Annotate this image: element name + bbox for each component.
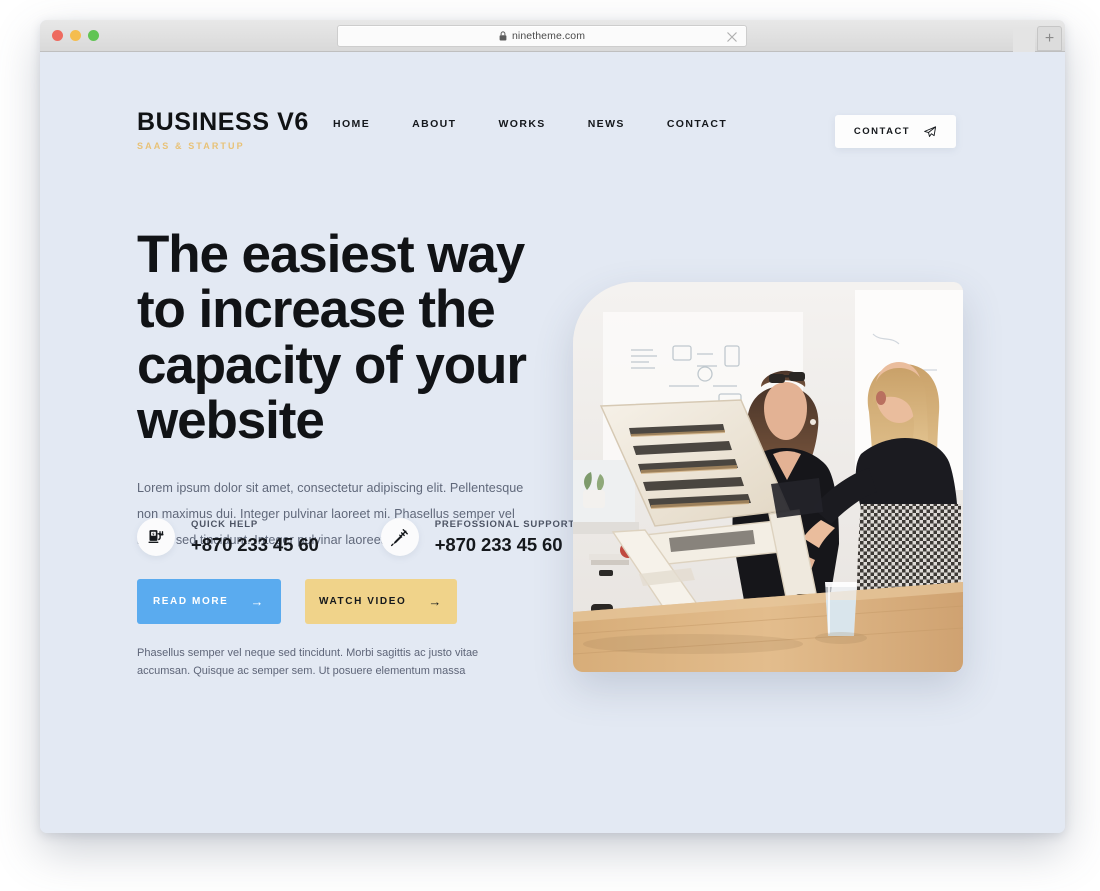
minimize-window-button[interactable]	[70, 30, 81, 41]
contact-label: PREFOSSIONAL SUPPORT	[434, 518, 576, 530]
logo-subtitle: SAAS & STARTUP	[137, 141, 245, 151]
hero-contact-group: QUICK HELP +870 233 45 60 PREFOSSIONAL S…	[137, 518, 575, 556]
browser-titlebar: ninetheme.com +	[40, 20, 1065, 52]
nav-item-news[interactable]: NEWS	[588, 118, 625, 130]
contact-block-quick-help[interactable]: QUICK HELP +870 233 45 60	[137, 518, 319, 556]
address-bar-url: ninetheme.com	[511, 30, 586, 42]
read-more-button-label: READ MORE	[152, 596, 229, 608]
contact-block-professional-support[interactable]: PREFOSSIONAL SUPPORT +870 233 45 60	[380, 518, 575, 556]
contact-block-text: QUICK HELP +870 233 45 60	[191, 519, 319, 556]
nav-item-contact[interactable]: CONTACT	[667, 118, 727, 130]
nav-item-about[interactable]: ABOUT	[412, 118, 456, 130]
browser-window: ninetheme.com + BUSINESS V6 SAAS & START…	[40, 20, 1065, 833]
window-traffic-lights	[52, 30, 99, 41]
contact-block-text: PREFOSSIONAL SUPPORT +870 233 45 60	[435, 519, 575, 556]
contact-phone: +870 233 45 60	[191, 533, 319, 555]
paper-plane-icon	[924, 125, 937, 137]
site-logo[interactable]: BUSINESS V6 SAAS & STARTUP	[137, 108, 309, 152]
syringe-icon	[380, 518, 419, 556]
nav-item-home[interactable]: HOME	[333, 118, 370, 130]
contact-label: QUICK HELP	[191, 518, 259, 530]
watch-video-button-label: WATCH VIDEO	[318, 596, 407, 608]
header-contact-button[interactable]: CONTACT	[835, 115, 956, 148]
hero-title: The easiest way to increase the capacity…	[137, 225, 527, 451]
header-contact-button-label: CONTACT	[853, 126, 911, 137]
logo-title: BUSINESS V6	[137, 108, 309, 136]
hero-text-column: The easiest way to increase the capacity…	[137, 227, 537, 680]
hero-image	[573, 282, 963, 672]
arrow-right-icon: →	[428, 594, 444, 610]
close-icon[interactable]	[726, 31, 738, 43]
tab-strip-edge	[1013, 28, 1035, 52]
address-bar[interactable]: ninetheme.com	[337, 25, 747, 47]
contact-phone: +870 233 45 60	[434, 533, 563, 555]
lock-icon	[499, 31, 507, 41]
address-bar-content: ninetheme.com	[499, 30, 585, 42]
charging-station-icon	[137, 518, 175, 556]
read-more-button[interactable]: READ MORE →	[137, 579, 281, 625]
hero-note: Phasellus semper vel neque sed tincidunt…	[137, 647, 479, 678]
website-page: BUSINESS V6 SAAS & STARTUP HOME ABOUT WO…	[40, 52, 1065, 833]
watch-video-button[interactable]: WATCH VIDEO →	[305, 579, 457, 625]
close-window-button[interactable]	[52, 30, 63, 41]
nav-item-works[interactable]: WORKS	[498, 118, 545, 130]
maximize-window-button[interactable]	[88, 30, 99, 41]
hero-photo-illustration	[573, 282, 963, 672]
hero-cta-group: READ MORE → WATCH VIDEO →	[137, 579, 537, 625]
main-navigation: HOME ABOUT WORKS NEWS CONTACT	[333, 118, 727, 130]
site-header: BUSINESS V6 SAAS & STARTUP HOME ABOUT WO…	[40, 52, 1065, 182]
new-tab-button[interactable]: +	[1037, 26, 1062, 51]
arrow-right-icon: →	[250, 594, 266, 610]
